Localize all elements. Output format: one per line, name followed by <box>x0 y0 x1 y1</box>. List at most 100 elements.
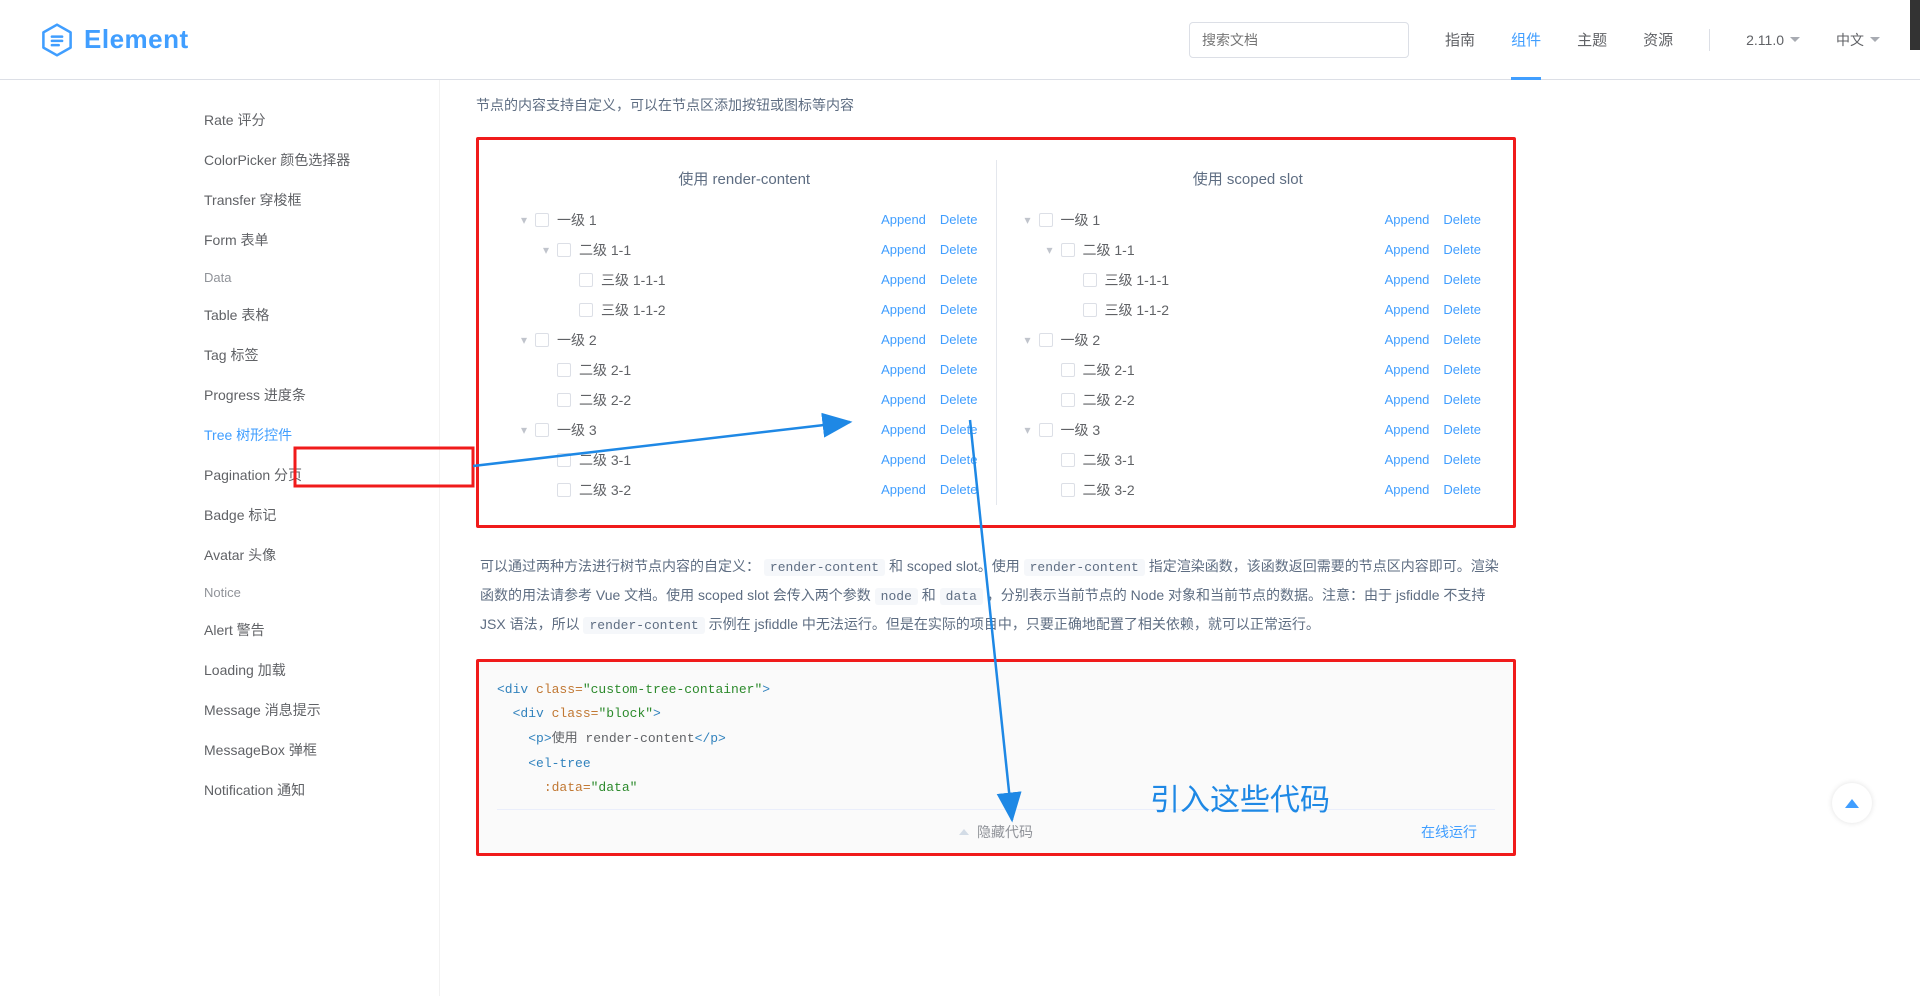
tree-checkbox[interactable] <box>1061 393 1075 407</box>
append-button[interactable]: Append <box>881 452 926 467</box>
append-button[interactable]: Append <box>1385 452 1430 467</box>
back-to-top-button[interactable] <box>1832 783 1872 823</box>
sidebar-item[interactable]: Badge 标记 <box>204 495 439 535</box>
sidebar-item[interactable]: Message 消息提示 <box>204 690 439 730</box>
delete-button[interactable]: Delete <box>1443 452 1481 467</box>
tree-checkbox[interactable] <box>557 363 571 377</box>
tree-node[interactable]: 二级 2-1AppendDelete <box>1015 355 1482 385</box>
tree-node[interactable]: ▾一级 2AppendDelete <box>1015 325 1482 355</box>
append-button[interactable]: Append <box>881 212 926 227</box>
tree-checkbox[interactable] <box>1083 273 1097 287</box>
delete-button[interactable]: Delete <box>940 242 978 257</box>
delete-button[interactable]: Delete <box>1443 482 1481 497</box>
append-button[interactable]: Append <box>1385 422 1430 437</box>
append-button[interactable]: Append <box>881 272 926 287</box>
tree-checkbox[interactable] <box>557 483 571 497</box>
tree-checkbox[interactable] <box>535 423 549 437</box>
tree-checkbox[interactable] <box>557 393 571 407</box>
search-input[interactable] <box>1189 22 1409 58</box>
delete-button[interactable]: Delete <box>940 422 978 437</box>
delete-button[interactable]: Delete <box>1443 362 1481 377</box>
tree-node[interactable]: ▾一级 2AppendDelete <box>511 325 978 355</box>
delete-button[interactable]: Delete <box>1443 302 1481 317</box>
append-button[interactable]: Append <box>881 332 926 347</box>
append-button[interactable]: Append <box>1385 362 1430 377</box>
append-button[interactable]: Append <box>881 362 926 377</box>
tree-checkbox[interactable] <box>535 213 549 227</box>
append-button[interactable]: Append <box>1385 332 1430 347</box>
scrollbar-thumb[interactable] <box>1910 0 1920 50</box>
tree-node[interactable]: 二级 3-2AppendDelete <box>1015 475 1482 505</box>
append-button[interactable]: Append <box>1385 272 1430 287</box>
append-button[interactable]: Append <box>1385 302 1430 317</box>
expand-toggle-icon[interactable]: ▾ <box>517 213 531 227</box>
sidebar-item[interactable]: ColorPicker 颜色选择器 <box>204 140 439 180</box>
delete-button[interactable]: Delete <box>940 212 978 227</box>
tree-node[interactable]: ▾一级 1AppendDelete <box>511 205 978 235</box>
tree-node[interactable]: 二级 3-1AppendDelete <box>1015 445 1482 475</box>
sidebar-item[interactable]: Progress 进度条 <box>204 375 439 415</box>
tree-checkbox[interactable] <box>557 243 571 257</box>
delete-button[interactable]: Delete <box>1443 332 1481 347</box>
tree-node[interactable]: 二级 3-1AppendDelete <box>511 445 978 475</box>
expand-toggle-icon[interactable]: ▾ <box>1021 423 1035 437</box>
delete-button[interactable]: Delete <box>940 362 978 377</box>
sidebar-item[interactable]: Form 表单 <box>204 220 439 260</box>
delete-button[interactable]: Delete <box>1443 422 1481 437</box>
tree-checkbox[interactable] <box>1039 423 1053 437</box>
nav-resource[interactable]: 资源 <box>1643 23 1673 56</box>
tree-node[interactable]: 三级 1-1-1AppendDelete <box>511 265 978 295</box>
sidebar-item[interactable]: Loading 加载 <box>204 650 439 690</box>
append-button[interactable]: Append <box>881 302 926 317</box>
tree-node[interactable]: ▾二级 1-1AppendDelete <box>511 235 978 265</box>
sidebar-item[interactable]: Avatar 头像 <box>204 535 439 575</box>
sidebar-item[interactable]: MessageBox 弹框 <box>204 730 439 770</box>
expand-toggle-icon[interactable]: ▾ <box>1021 213 1035 227</box>
append-button[interactable]: Append <box>881 242 926 257</box>
delete-button[interactable]: Delete <box>1443 212 1481 227</box>
hide-code-button[interactable]: 隐藏代码 <box>977 822 1033 842</box>
tree-checkbox[interactable] <box>1083 303 1097 317</box>
tree-node[interactable]: 二级 2-1AppendDelete <box>511 355 978 385</box>
tree-node[interactable]: 二级 2-2AppendDelete <box>1015 385 1482 415</box>
lang-dropdown[interactable]: 中文 <box>1836 30 1880 50</box>
logo[interactable]: Element <box>40 23 189 57</box>
tree-node[interactable]: 三级 1-1-1AppendDelete <box>1015 265 1482 295</box>
tree-checkbox[interactable] <box>1061 483 1075 497</box>
sidebar-item[interactable]: Alert 警告 <box>204 610 439 650</box>
tree-checkbox[interactable] <box>535 333 549 347</box>
expand-toggle-icon[interactable]: ▾ <box>1043 243 1057 257</box>
tree-checkbox[interactable] <box>1061 363 1075 377</box>
tree-node[interactable]: 二级 3-2AppendDelete <box>511 475 978 505</box>
append-button[interactable]: Append <box>881 482 926 497</box>
expand-toggle-icon[interactable]: ▾ <box>517 423 531 437</box>
append-button[interactable]: Append <box>1385 212 1430 227</box>
append-button[interactable]: Append <box>881 392 926 407</box>
append-button[interactable]: Append <box>1385 242 1430 257</box>
expand-toggle-icon[interactable]: ▾ <box>1021 333 1035 347</box>
tree-checkbox[interactable] <box>579 303 593 317</box>
append-button[interactable]: Append <box>1385 392 1430 407</box>
tree-node[interactable]: 三级 1-1-2AppendDelete <box>511 295 978 325</box>
delete-button[interactable]: Delete <box>940 272 978 287</box>
append-button[interactable]: Append <box>1385 482 1430 497</box>
sidebar-item[interactable]: Rate 评分 <box>204 100 439 140</box>
delete-button[interactable]: Delete <box>1443 272 1481 287</box>
tree-checkbox[interactable] <box>1039 213 1053 227</box>
tree-node[interactable]: 三级 1-1-2AppendDelete <box>1015 295 1482 325</box>
append-button[interactable]: Append <box>881 422 926 437</box>
version-dropdown[interactable]: 2.11.0 <box>1746 32 1800 48</box>
delete-button[interactable]: Delete <box>1443 242 1481 257</box>
sidebar-item[interactable]: Tag 标签 <box>204 335 439 375</box>
tree-checkbox[interactable] <box>1061 243 1075 257</box>
nav-theme[interactable]: 主题 <box>1577 23 1607 56</box>
tree-checkbox[interactable] <box>579 273 593 287</box>
expand-toggle-icon[interactable]: ▾ <box>539 243 553 257</box>
tree-node[interactable]: ▾一级 3AppendDelete <box>511 415 978 445</box>
delete-button[interactable]: Delete <box>940 452 978 467</box>
tree-node[interactable]: ▾一级 3AppendDelete <box>1015 415 1482 445</box>
sidebar-item[interactable]: Notification 通知 <box>204 770 439 810</box>
delete-button[interactable]: Delete <box>940 332 978 347</box>
delete-button[interactable]: Delete <box>940 392 978 407</box>
run-online-link[interactable]: 在线运行 <box>1421 822 1477 842</box>
